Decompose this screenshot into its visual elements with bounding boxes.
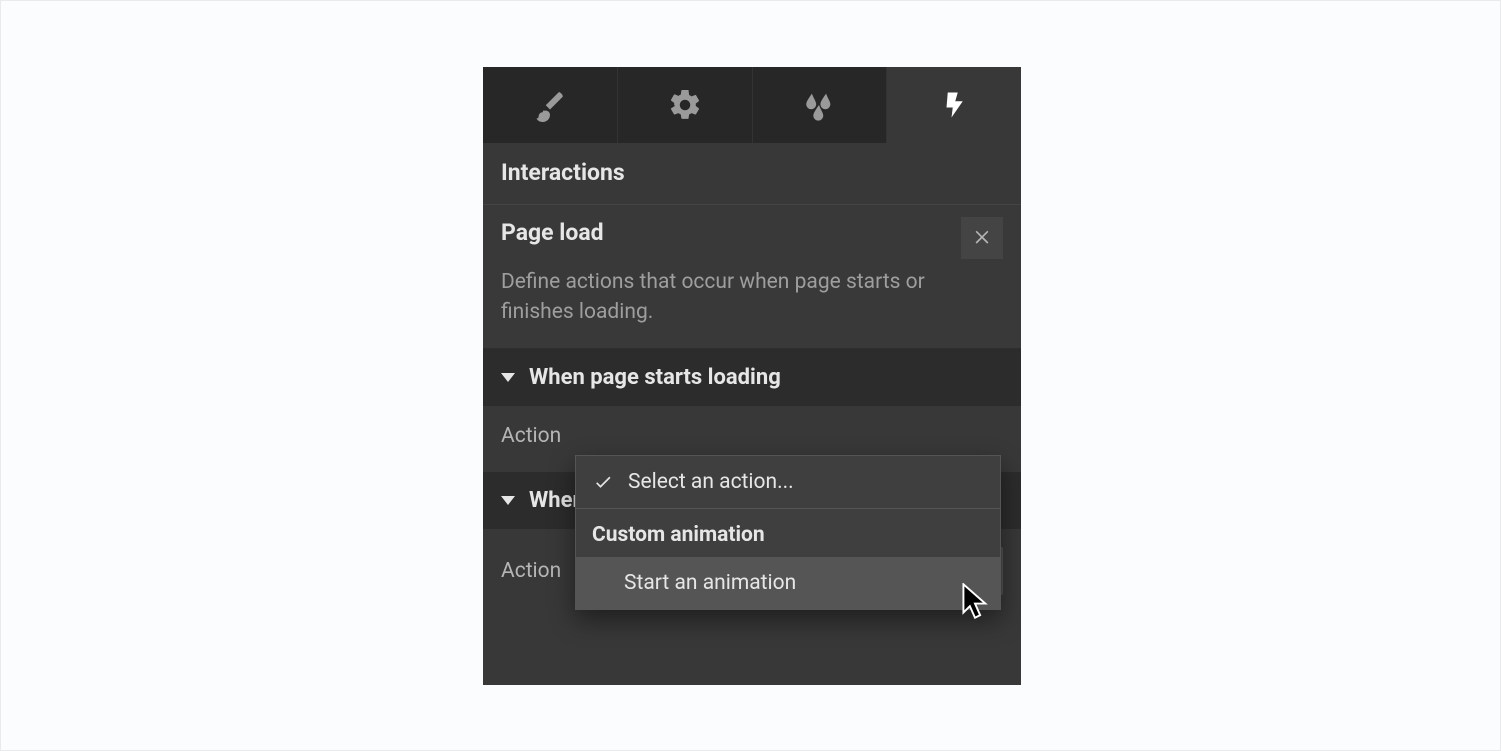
section-when-starts-loading[interactable]: When page starts loading bbox=[483, 349, 1021, 406]
dropdown-option-label: Select an action... bbox=[628, 470, 794, 494]
lightning-icon bbox=[939, 90, 969, 120]
trigger-title: Page load bbox=[501, 219, 604, 246]
trigger-card: Page load Define actions that occur when… bbox=[483, 204, 1021, 349]
check-icon bbox=[592, 472, 614, 492]
dropdown-option-placeholder[interactable]: Select an action... bbox=[576, 456, 1000, 508]
close-icon bbox=[972, 226, 992, 250]
tab-effects[interactable] bbox=[753, 67, 888, 143]
action-label: Action bbox=[501, 559, 573, 583]
droplets-icon bbox=[802, 88, 836, 122]
interactions-panel: Interactions Page load Define actions th… bbox=[483, 67, 1021, 685]
gear-icon bbox=[667, 87, 703, 123]
action-dropdown: Select an action... Custom animation Sta… bbox=[575, 455, 1001, 610]
trigger-card-header: Page load bbox=[501, 219, 1003, 259]
action-label: Action bbox=[501, 424, 573, 448]
dropdown-option-label: Start an animation bbox=[624, 571, 796, 595]
caret-down-icon bbox=[501, 373, 515, 382]
panel-heading: Interactions bbox=[483, 143, 1021, 204]
section-title: When page starts loading bbox=[529, 365, 781, 390]
tab-settings[interactable] bbox=[618, 67, 753, 143]
caret-down-icon bbox=[501, 496, 515, 505]
close-trigger-button[interactable] bbox=[961, 217, 1003, 259]
dropdown-option-start-animation[interactable]: Start an animation bbox=[576, 557, 1000, 609]
dropdown-group-heading: Custom animation bbox=[576, 508, 1000, 557]
panel-tabs bbox=[483, 67, 1021, 143]
tab-style[interactable] bbox=[483, 67, 618, 143]
tab-interactions[interactable] bbox=[887, 67, 1021, 143]
brush-icon bbox=[533, 88, 567, 122]
trigger-description: Define actions that occur when page star… bbox=[501, 267, 941, 328]
app-window: Interactions Page load Define actions th… bbox=[0, 0, 1501, 751]
